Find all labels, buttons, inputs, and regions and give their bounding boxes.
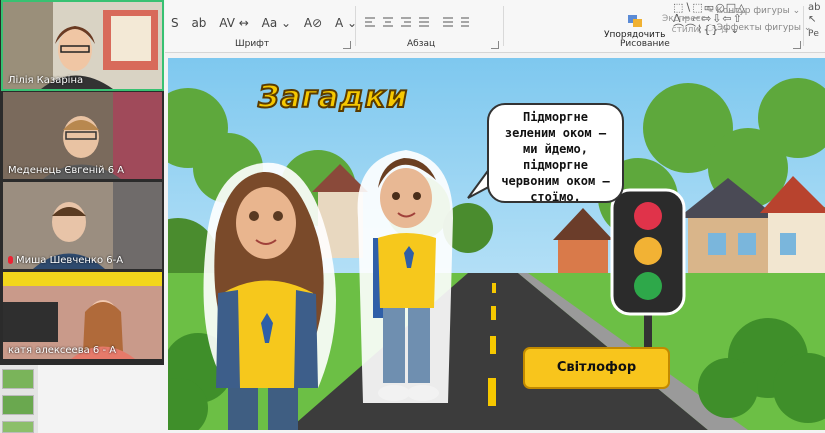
slide-thumbnail[interactable]: [2, 395, 34, 415]
change-case-button[interactable]: Aa ⌄: [262, 16, 291, 30]
drawing-group-label: Рисование: [620, 39, 670, 49]
riddle-speech-bubble: Підморгне зеленим оком – ми йдемо, підмо…: [487, 103, 624, 204]
drawing-dialog-launcher[interactable]: [793, 41, 801, 49]
char-spacing-button[interactable]: AV ↔: [219, 16, 249, 30]
answer-button[interactable]: Світлофор: [523, 347, 670, 389]
quick-styles-button[interactable]: Экспресс- стили: [662, 14, 709, 36]
paragraph-group-label: Абзац: [407, 39, 436, 49]
boy-character: [357, 150, 453, 403]
muted-mic-icon: [8, 256, 13, 264]
subscript-button[interactable]: ab: [191, 16, 206, 30]
participant-tile[interactable]: Миша Шевченко 6-А: [3, 182, 162, 269]
slide-thumbnail[interactable]: [2, 421, 34, 433]
participant-name: катя алексеева 6 - А: [8, 345, 117, 356]
participant-name: Миша Шевченко 6-А: [8, 255, 123, 266]
slide-canvas: Загадки Підморгне зеленим оком – ми йдем…: [168, 58, 825, 430]
font-tools: S ab AV ↔ Aa ⌄ A⊘ A ⌄: [171, 16, 366, 30]
effects-icon: ◌: [706, 23, 717, 33]
participant-tile[interactable]: Лілія Казаріна: [1, 0, 164, 91]
paragraph-tools: [363, 16, 498, 31]
font-dialog-launcher[interactable]: [343, 41, 351, 49]
alignment-icons[interactable]: [363, 16, 498, 28]
shape-outline-button[interactable]: ✎ Контур фигуры ⌄: [706, 6, 800, 16]
slide-title: Загадки: [257, 79, 409, 116]
slide-thumbnail[interactable]: [2, 369, 34, 389]
paragraph-dialog-launcher[interactable]: [491, 41, 499, 49]
font-color-button[interactable]: A ⌄: [335, 16, 357, 30]
shape-effects-button[interactable]: ◌ Эффекты фигуры ⌄: [706, 23, 811, 33]
divider: [355, 6, 356, 46]
participant-name: Меденець Євгеній 6 А: [8, 165, 125, 176]
clear-formatting-button[interactable]: A⊘: [304, 16, 322, 30]
participant-name: Лілія Казаріна: [8, 75, 84, 86]
arrange-button[interactable]: Упорядочить: [604, 14, 665, 40]
arrange-icon: [627, 15, 642, 27]
participant-tile[interactable]: катя алексеева 6 - А: [3, 272, 162, 359]
participants-panel: Лілія Казаріна Меденець Євгеній 6 А Миша…: [0, 0, 164, 365]
divider: [803, 6, 804, 46]
select-icon: ↖: [808, 14, 817, 25]
divider: [503, 6, 504, 46]
replace-icon: ab: [808, 2, 821, 13]
ribbon: S ab AV ↔ Aa ⌄ A⊘ A ⌄ Шрифт Абзац ⬚∖⬚▭○□…: [165, 0, 825, 53]
font-group-label: Шрифт: [235, 39, 270, 49]
pen-icon: ✎: [706, 6, 717, 16]
strikethrough-button[interactable]: S: [171, 16, 179, 30]
slide-thumbnails: [0, 365, 38, 433]
edit-group[interactable]: ab ↖ Ре: [808, 2, 820, 40]
participant-tile[interactable]: Меденець Євгеній 6 А: [3, 92, 162, 179]
